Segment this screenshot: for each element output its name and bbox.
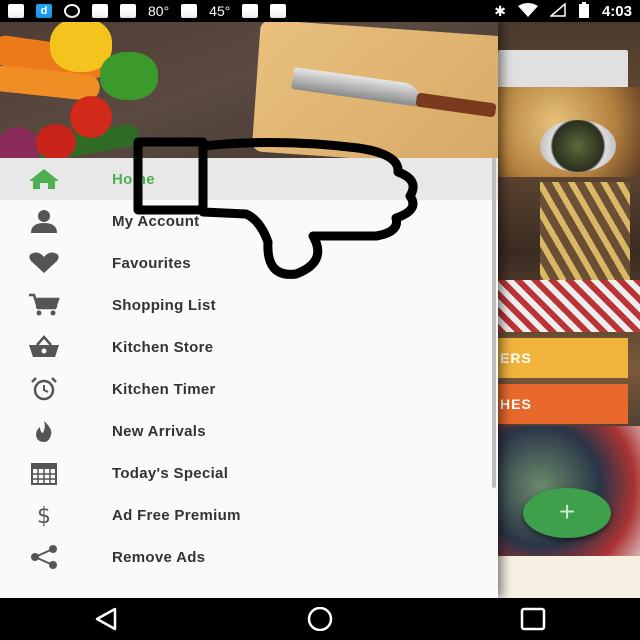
photo-check-icon xyxy=(242,4,259,18)
weather-temperature: 80° xyxy=(148,3,170,19)
menu-item-label: Kitchen Timer xyxy=(112,380,216,398)
navigation-drawer: Home My Account Favourites Shopping List… xyxy=(0,22,498,598)
home-icon xyxy=(26,167,62,191)
android-icon xyxy=(181,4,198,18)
calendar-icon xyxy=(26,461,62,485)
menu-item-ad-free-premium[interactable]: $ Ad Free Premium xyxy=(0,494,498,536)
menu-item-partial[interactable] xyxy=(0,578,498,598)
menu-item-label: Ad Free Premium xyxy=(112,506,241,524)
drawer-scrollbar[interactable] xyxy=(492,158,496,488)
recent-apps-button[interactable] xyxy=(513,604,553,634)
alert-icon xyxy=(64,4,80,18)
lock-icon xyxy=(120,4,136,18)
tomato xyxy=(36,124,76,158)
menu-item-label: Remove Ads xyxy=(112,548,206,566)
battery-icon xyxy=(578,1,590,21)
heart-icon xyxy=(26,251,62,275)
menu-item-label: New Arrivals xyxy=(112,422,206,440)
alarm-clock-icon xyxy=(26,377,62,401)
menu-item-label: Favourites xyxy=(112,254,191,272)
clock: 4:03 xyxy=(601,2,632,20)
menu-item-kitchen-store[interactable]: Kitchen Store xyxy=(0,326,498,368)
system-navigation-bar xyxy=(0,598,640,640)
menu-item-label: Shopping List xyxy=(112,296,216,314)
menu-item-kitchen-timer[interactable]: Kitchen Timer xyxy=(0,368,498,410)
drawer-header-image xyxy=(0,22,498,158)
menu-item-remove-ads[interactable]: Remove Ads xyxy=(0,536,498,578)
no-gps-icon xyxy=(92,4,108,18)
red-onion xyxy=(0,127,40,158)
person-icon xyxy=(26,209,62,233)
menu-item-label: Today's Special xyxy=(112,464,229,482)
background-recipe-card xyxy=(498,556,640,598)
tomato xyxy=(70,96,112,138)
background-bowl-image xyxy=(540,120,616,172)
basket-icon xyxy=(26,335,62,359)
green-pepper xyxy=(100,52,158,100)
home-button[interactable] xyxy=(300,604,340,634)
more-icon xyxy=(26,587,62,598)
flame-icon xyxy=(26,419,62,443)
menu-item-shopping-list[interactable]: Shopping List xyxy=(0,284,498,326)
menu-item-label: Home xyxy=(112,170,155,188)
bluetooth-icon: ✱ xyxy=(494,2,506,19)
add-fab-button: + xyxy=(523,488,611,538)
share-icon xyxy=(26,545,62,569)
battery-temperature: 45° xyxy=(209,3,231,19)
menu-item-my-account[interactable]: My Account xyxy=(0,200,498,242)
menu-item-label: Kitchen Store xyxy=(112,338,214,356)
background-search-bar xyxy=(498,50,628,90)
message-icon xyxy=(8,4,24,18)
menu-item-todays-special[interactable]: Today's Special xyxy=(0,452,498,494)
menu-item-new-arrivals[interactable]: New Arrivals xyxy=(0,410,498,452)
no-signal-icon xyxy=(548,1,566,20)
d-app-icon: d xyxy=(36,4,52,18)
background-cloth-image xyxy=(498,280,640,332)
background-category-button-1: ERS xyxy=(498,338,628,378)
status-bar: d 80° 45° ✱ 4:03 xyxy=(0,0,640,22)
menu-item-favourites[interactable]: Favourites xyxy=(0,242,498,284)
drawer-menu: Home My Account Favourites Shopping List… xyxy=(0,158,498,598)
briefcase-icon xyxy=(270,4,287,18)
menu-item-home[interactable]: Home xyxy=(0,158,498,200)
cart-icon xyxy=(26,293,62,317)
menu-item-label: My Account xyxy=(112,212,200,230)
wifi-icon xyxy=(517,2,538,20)
background-category-button-2: HES xyxy=(498,384,628,424)
dollar-icon: $ xyxy=(26,503,62,527)
back-button[interactable] xyxy=(87,604,127,634)
svg-text:$: $ xyxy=(37,504,51,527)
